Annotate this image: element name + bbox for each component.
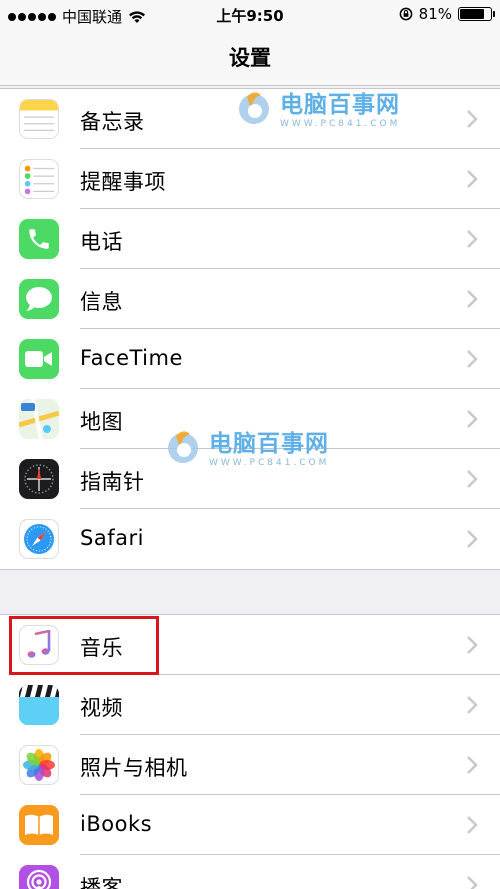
chevron-right-icon	[467, 696, 478, 714]
settings-row-label: 视频	[80, 696, 123, 720]
settings-row-label: 提醒事项	[80, 170, 166, 194]
notes-icon	[19, 99, 59, 139]
watermark-top: 电脑百事网 WWW.PC841.COM	[234, 85, 400, 129]
battery-percent: 81%	[418, 5, 452, 23]
watermark-name: 电脑百事网	[209, 431, 329, 457]
settings-row-messages[interactable]: 信息	[0, 269, 500, 329]
settings-row-photos[interactable]: 照片与相机	[0, 735, 500, 795]
watermark-url: WWW.PC841.COM	[280, 119, 401, 129]
settings-row-reminders[interactable]: 提醒事项	[0, 149, 500, 209]
photos-icon	[19, 745, 59, 785]
podcasts-icon	[19, 865, 59, 889]
chevron-right-icon	[467, 350, 478, 368]
chevron-right-icon	[467, 290, 478, 308]
facetime-icon	[19, 339, 59, 379]
chevron-right-icon	[467, 470, 478, 488]
watermark-logo-icon	[168, 431, 198, 463]
settings-group-apps: 备忘录 提醒事项 电话 信息 FaceTime 地图 指南针 Safari	[0, 88, 500, 570]
messages-icon	[19, 279, 59, 319]
settings-row-videos[interactable]: 视频	[0, 675, 500, 735]
settings-row-label: 电话	[80, 230, 123, 254]
status-right: 81%	[399, 5, 495, 23]
chevron-right-icon	[467, 530, 478, 548]
settings-row-label: 指南针	[80, 470, 145, 494]
status-bar: 中国联通 上午9:50 81%	[0, 0, 500, 30]
watermark-middle: 电脑百事网 WWW.PC841.COM	[163, 424, 329, 468]
settings-row-label: 备忘录	[80, 110, 145, 134]
chevron-right-icon	[467, 170, 478, 188]
settings-row-label: Safari	[80, 526, 144, 550]
chevron-right-icon	[467, 756, 478, 774]
settings-row-label: 播客	[80, 876, 123, 889]
watermark-logo-icon	[239, 92, 269, 124]
phone-icon	[19, 219, 59, 259]
chevron-right-icon	[467, 110, 478, 128]
watermark-url: WWW.PC841.COM	[209, 458, 330, 468]
videos-icon	[19, 685, 59, 725]
chevron-right-icon	[467, 816, 478, 834]
reminders-icon	[19, 159, 59, 199]
settings-row-ibooks[interactable]: iBooks	[0, 795, 500, 855]
watermark-name: 电脑百事网	[280, 92, 400, 118]
settings-row-label: 地图	[80, 410, 123, 434]
nav-bar: 设置	[0, 30, 500, 86]
settings-row-label: 信息	[80, 290, 123, 314]
compass-icon	[19, 459, 59, 499]
safari-icon	[19, 519, 59, 559]
settings-row-facetime[interactable]: FaceTime	[0, 329, 500, 389]
chevron-right-icon	[467, 410, 478, 428]
maps-icon	[19, 399, 59, 439]
battery-fill	[460, 9, 485, 19]
highlight-box	[9, 616, 159, 675]
settings-row-label: iBooks	[80, 812, 153, 836]
chevron-right-icon	[467, 230, 478, 248]
battery-icon	[458, 7, 495, 21]
ibooks-icon	[19, 805, 59, 845]
rotation-lock-icon	[399, 7, 413, 21]
settings-row-phone[interactable]: 电话	[0, 209, 500, 269]
settings-row-label: FaceTime	[80, 346, 183, 370]
page-title: 设置	[229, 46, 271, 70]
settings-row-podcasts[interactable]: 播客	[0, 855, 500, 889]
settings-row-safari[interactable]: Safari	[0, 509, 500, 569]
chevron-right-icon	[467, 636, 478, 654]
chevron-right-icon	[467, 876, 478, 889]
settings-row-label: 照片与相机	[80, 756, 188, 780]
